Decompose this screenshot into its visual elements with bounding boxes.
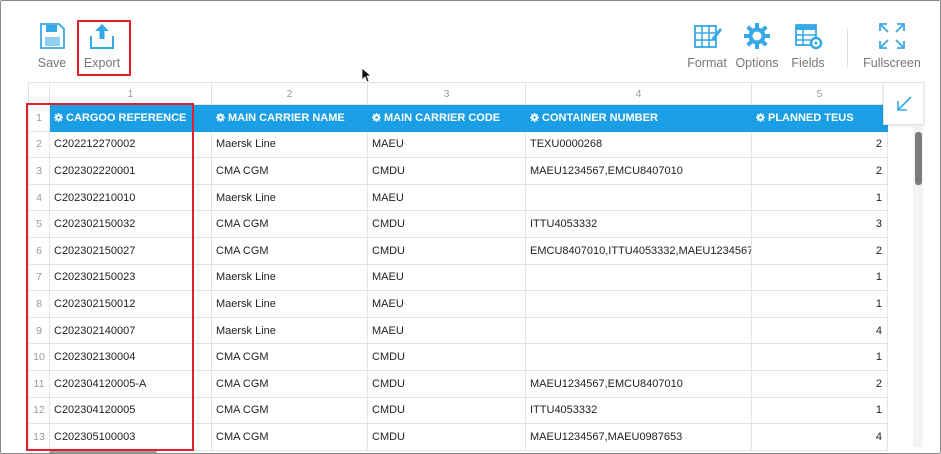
format-icon: [694, 25, 722, 48]
fields-button[interactable]: Fields: [787, 21, 829, 70]
cell-carrier-code[interactable]: CMDU: [367, 210, 526, 238]
cell-container-number[interactable]: [525, 316, 752, 345]
cell-carrier-name[interactable]: CMA CGM: [211, 343, 368, 371]
header-gear-icon[interactable]: [756, 112, 765, 122]
cell-carrier-code[interactable]: CMDU: [367, 343, 526, 371]
cell-planned-teus[interactable]: 1: [751, 343, 888, 371]
cell-container-number[interactable]: MAEU1234567,MAEU0987653: [525, 423, 752, 451]
cell-carrier-name[interactable]: CMA CGM: [211, 236, 368, 265]
cell-carrier-name[interactable]: Maersk Line: [211, 290, 368, 318]
fields-label: Fields: [791, 56, 825, 70]
column-number[interactable]: 5: [751, 82, 888, 105]
header-label: CONTAINER NUMBER: [542, 111, 658, 124]
cell-planned-teus[interactable]: 3: [751, 210, 888, 238]
cell-carrier-code[interactable]: CMDU: [367, 423, 526, 451]
save-icon: [40, 23, 65, 49]
column-number[interactable]: 2: [211, 82, 368, 105]
column-number[interactable]: 3: [367, 82, 526, 105]
header-cell-container-number[interactable]: CONTAINER NUMBER: [525, 104, 752, 132]
cell-carrier-code[interactable]: CMDU: [367, 157, 526, 185]
cell-container-number[interactable]: ITTU4053332: [525, 396, 752, 425]
fullscreen-button[interactable]: Fullscreen: [861, 21, 923, 70]
column-number[interactable]: 1: [49, 82, 212, 105]
cell-carrier-name[interactable]: CMA CGM: [211, 423, 368, 451]
save-label: Save: [37, 56, 67, 70]
save-button[interactable]: Save: [33, 21, 71, 70]
header-gear-icon[interactable]: [216, 112, 225, 122]
cell-carrier-code[interactable]: CMDU: [367, 236, 526, 265]
header-cell-main-carrier-name[interactable]: MAIN CARRIER NAME: [211, 104, 368, 132]
cell-planned-teus[interactable]: 4: [751, 423, 888, 451]
cell-container-number[interactable]: [525, 290, 752, 318]
format-label: Format: [687, 56, 727, 70]
corner-cell: [28, 82, 50, 105]
cell-planned-teus[interactable]: 1: [751, 263, 888, 292]
header-gear-icon[interactable]: [530, 112, 539, 122]
cell-carrier-name[interactable]: CMA CGM: [211, 210, 368, 238]
cell-container-number[interactable]: MAEU1234567,EMCU8407010: [525, 369, 752, 398]
cell-container-number[interactable]: [525, 343, 752, 371]
cell-carrier-code[interactable]: MAEU: [367, 130, 526, 159]
cell-carrier-name[interactable]: CMA CGM: [211, 157, 368, 185]
header-cell-main-carrier-code[interactable]: MAIN CARRIER CODE: [367, 104, 526, 132]
cell-carrier-code[interactable]: CMDU: [367, 396, 526, 425]
cell-carrier-code[interactable]: MAEU: [367, 290, 526, 318]
collapse-button[interactable]: [883, 82, 924, 125]
cell-planned-teus[interactable]: 2: [751, 236, 888, 265]
toolbar-divider: [847, 29, 848, 67]
cell-planned-teus[interactable]: 2: [751, 369, 888, 398]
cell-container-number[interactable]: [525, 263, 752, 292]
pivot-grid-window: Save Export Format Options Fields Fullsc…: [0, 0, 941, 454]
cell-container-number[interactable]: EMCU8407010,ITTU4053332,MAEU1234567: [525, 236, 752, 265]
fullscreen-label: Fullscreen: [863, 56, 921, 70]
cell-carrier-code[interactable]: MAEU: [367, 263, 526, 292]
cell-planned-teus[interactable]: 2: [751, 157, 888, 185]
header-gear-icon[interactable]: [372, 112, 381, 122]
header-label: MAIN CARRIER CODE: [384, 111, 501, 124]
collapse-arrow-icon: [897, 96, 912, 111]
header-cell-planned-teus[interactable]: PLANNED TEUS: [751, 104, 888, 132]
cell-planned-teus[interactable]: 1: [751, 396, 888, 425]
cell-container-number[interactable]: [525, 183, 752, 212]
cell-carrier-name[interactable]: Maersk Line: [211, 183, 368, 212]
cell-carrier-name[interactable]: CMA CGM: [211, 396, 368, 425]
cell-carrier-code[interactable]: MAEU: [367, 316, 526, 345]
fullscreen-icon: [879, 23, 905, 49]
cell-planned-teus[interactable]: 4: [751, 316, 888, 345]
cell-container-number[interactable]: ITTU4053332: [525, 210, 752, 238]
cell-carrier-name[interactable]: CMA CGM: [211, 369, 368, 398]
cell-planned-teus[interactable]: 2: [751, 130, 888, 159]
cell-container-number[interactable]: TEXU0000268: [525, 130, 752, 159]
cell-carrier-name[interactable]: Maersk Line: [211, 263, 368, 292]
export-highlight-box: [77, 20, 131, 76]
fields-icon: [795, 24, 823, 50]
cell-carrier-name[interactable]: Maersk Line: [211, 130, 368, 159]
cell-carrier-name[interactable]: Maersk Line: [211, 316, 368, 345]
column-number-row: 1 2 3 4 5: [28, 82, 888, 105]
options-gear-icon: [744, 23, 770, 49]
cell-container-number[interactable]: MAEU1234567,EMCU8407010: [525, 157, 752, 185]
cell-carrier-code[interactable]: MAEU: [367, 183, 526, 212]
cell-planned-teus[interactable]: 1: [751, 290, 888, 318]
format-button[interactable]: Format: [684, 21, 730, 70]
header-label: PLANNED TEUS: [768, 111, 854, 124]
cell-carrier-code[interactable]: CMDU: [367, 369, 526, 398]
cargoo-reference-column-highlight: [26, 103, 194, 451]
header-label: MAIN CARRIER NAME: [228, 111, 345, 124]
options-button[interactable]: Options: [734, 21, 780, 70]
mouse-cursor-icon: [361, 67, 372, 83]
column-number[interactable]: 4: [525, 82, 752, 105]
options-label: Options: [735, 56, 779, 70]
cell-planned-teus[interactable]: 1: [751, 183, 888, 212]
vertical-scrollbar-thumb[interactable]: [915, 132, 922, 185]
